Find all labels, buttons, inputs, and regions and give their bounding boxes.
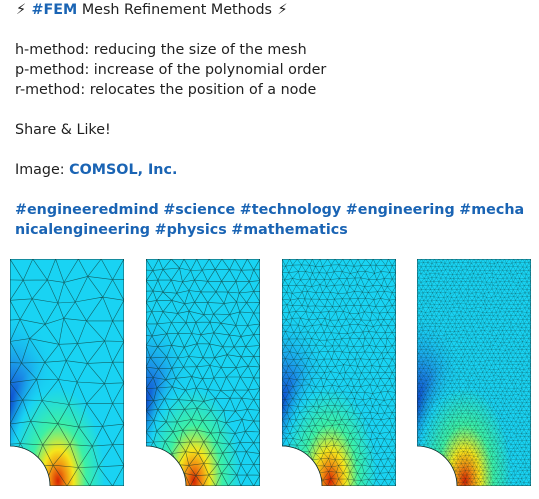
call-to-action: Share & Like! xyxy=(15,122,111,138)
mesh-panel-coarse xyxy=(10,259,124,486)
mesh-medium-graphic xyxy=(146,259,260,486)
lightning-icon: ⚡ xyxy=(15,2,27,18)
hashtag-physics[interactable]: #physics xyxy=(155,222,227,238)
hashtag-list: #engineeredmind #science #technology #en… xyxy=(15,200,525,240)
hashtag-science[interactable]: #science xyxy=(163,202,235,218)
image-credit-prefix: Image: xyxy=(15,162,70,178)
method-p: p-method: increase of the polynomial ord… xyxy=(15,62,327,78)
post-title: ⚡ #FEM Mesh Refinement Methods ⚡ xyxy=(15,0,535,20)
mesh-finest-graphic xyxy=(417,259,531,486)
post-body: ⚡ #FEM Mesh Refinement Methods ⚡ h-metho… xyxy=(15,0,535,240)
mesh-refinement-image[interactable] xyxy=(10,259,531,486)
mesh-panel-finest xyxy=(417,259,531,486)
comsol-link[interactable]: COMSOL, Inc. xyxy=(69,162,177,178)
hashtag-mathematics[interactable]: #mathematics xyxy=(231,222,348,238)
mesh-panel-medium xyxy=(146,259,260,486)
method-h: h-method: reducing the size of the mesh xyxy=(15,42,307,58)
method-r: r-method: relocates the position of a no… xyxy=(15,82,317,98)
image-credit: Image: COMSOL, Inc. xyxy=(15,160,535,180)
hashtag-fem[interactable]: #FEM xyxy=(32,2,78,18)
mesh-coarse-graphic xyxy=(10,259,124,486)
hashtag-technology[interactable]: #technology xyxy=(240,202,341,218)
mesh-panel-fine xyxy=(282,259,396,486)
post-title-text: Mesh Refinement Methods xyxy=(77,2,277,18)
hashtag-engineeredmind[interactable]: #engineeredmind xyxy=(15,202,159,218)
lightning-icon: ⚡ xyxy=(277,2,288,18)
mesh-fine-graphic xyxy=(282,259,396,486)
hashtag-engineering[interactable]: #engineering xyxy=(346,202,455,218)
